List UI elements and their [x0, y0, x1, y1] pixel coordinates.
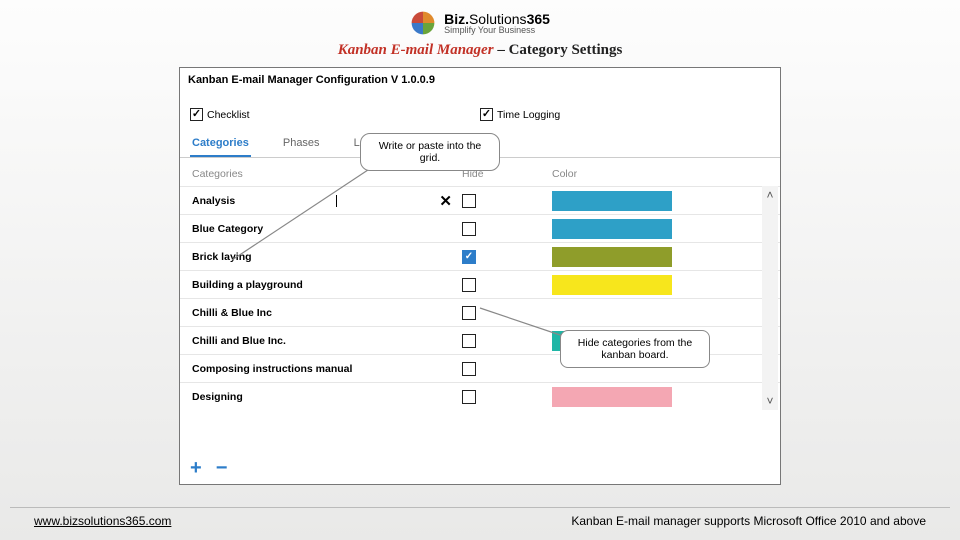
- window-title: Kanban E-mail Manager Configuration V 1.…: [180, 68, 780, 108]
- hide-checkbox[interactable]: [462, 250, 476, 264]
- category-cell[interactable]: Building a playground: [192, 279, 462, 291]
- hide-checkbox[interactable]: [462, 362, 476, 376]
- category-cell[interactable]: Analysis ✕: [192, 192, 462, 210]
- add-row-button[interactable]: +: [190, 457, 202, 480]
- hide-checkbox[interactable]: [462, 334, 476, 348]
- brand-logo-row: Biz.Solutions365 Simplify Your Business: [0, 0, 960, 40]
- category-cell[interactable]: Blue Category: [192, 223, 462, 235]
- category-cell[interactable]: Brick laying: [192, 251, 462, 263]
- category-cell[interactable]: Composing instructions manual: [192, 363, 462, 375]
- table-row[interactable]: Analysis ✕: [180, 186, 780, 214]
- clear-icon[interactable]: ✕: [439, 192, 452, 210]
- col-color: Color: [552, 168, 672, 180]
- color-swatch[interactable]: [552, 303, 672, 323]
- tab-categories[interactable]: Categories: [190, 131, 251, 157]
- checklist-toggle[interactable]: Checklist: [190, 108, 480, 121]
- grid-footer-buttons: + −: [190, 457, 227, 480]
- table-row[interactable]: Building a playground: [180, 270, 780, 298]
- color-swatch[interactable]: [552, 191, 672, 211]
- category-cell[interactable]: Chilli and Blue Inc.: [192, 335, 462, 347]
- color-swatch[interactable]: [552, 247, 672, 267]
- hide-checkbox[interactable]: [462, 222, 476, 236]
- callout-write-paste: Write or paste into the grid.: [360, 133, 500, 171]
- scroll-down-icon[interactable]: ˅: [764, 392, 775, 410]
- page-footer: www.bizsolutions365.com Kanban E-mail ma…: [10, 507, 950, 528]
- hide-checkbox[interactable]: [462, 278, 476, 292]
- hide-checkbox[interactable]: [462, 194, 476, 208]
- tab-phases[interactable]: Phases: [281, 131, 322, 157]
- hide-checkbox[interactable]: [462, 306, 476, 320]
- table-row[interactable]: Blue Category: [180, 214, 780, 242]
- scrollbar[interactable]: ˄ ˅: [762, 186, 778, 410]
- page-title: Kanban E-mail Manager – Category Setting…: [0, 42, 960, 59]
- color-swatch[interactable]: [552, 275, 672, 295]
- remove-row-button[interactable]: −: [216, 457, 228, 480]
- category-cell[interactable]: Designing: [192, 391, 462, 403]
- table-row[interactable]: Brick laying: [180, 242, 780, 270]
- brand-tagline: Simplify Your Business: [444, 25, 550, 35]
- footer-url[interactable]: www.bizsolutions365.com: [34, 514, 171, 528]
- footer-note: Kanban E-mail manager supports Microsoft…: [571, 514, 926, 528]
- color-swatch[interactable]: [552, 387, 672, 407]
- checkbox-icon: [190, 108, 203, 121]
- timelogging-toggle[interactable]: Time Logging: [480, 108, 770, 121]
- brand-logo-icon: [410, 10, 436, 36]
- category-cell[interactable]: Chilli & Blue Inc: [192, 307, 462, 319]
- config-window: Kanban E-mail Manager Configuration V 1.…: [179, 67, 781, 485]
- table-row[interactable]: Designing: [180, 382, 780, 410]
- checklist-label: Checklist: [207, 109, 250, 121]
- table-row[interactable]: Chilli & Blue Inc: [180, 298, 780, 326]
- callout-hide-categories: Hide categories from the kanban board.: [560, 330, 710, 368]
- scroll-up-icon[interactable]: ˄: [764, 186, 775, 204]
- grid-body: ˄ ˅ Analysis ✕ Blue Category Brick laying B…: [180, 186, 780, 410]
- hide-checkbox[interactable]: [462, 390, 476, 404]
- color-swatch[interactable]: [552, 219, 672, 239]
- timelogging-label: Time Logging: [497, 109, 560, 121]
- feature-row: Checklist Time Logging: [180, 108, 780, 127]
- checkbox-icon: [480, 108, 493, 121]
